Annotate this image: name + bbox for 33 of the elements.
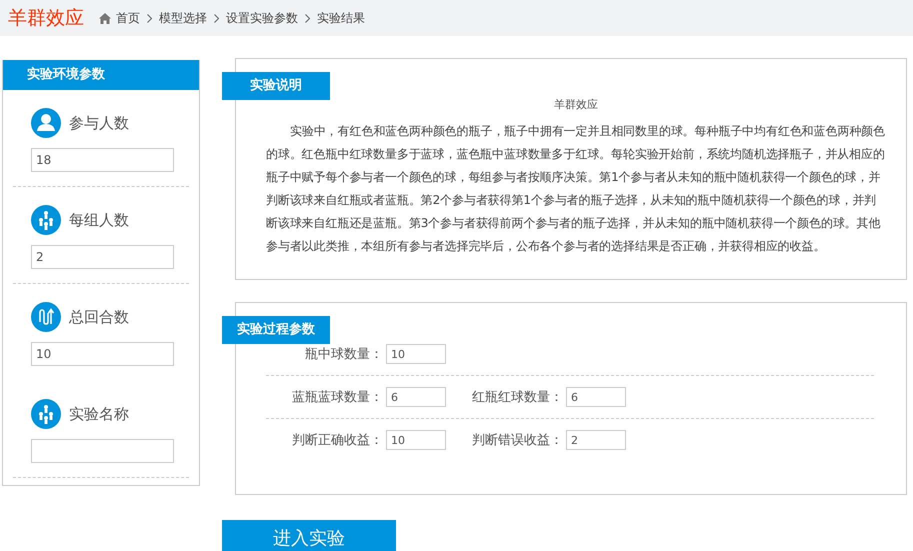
field-label: 红瓶红球数量： <box>472 389 563 406</box>
field-label: 瓶中球数量： <box>304 346 383 363</box>
chevron-icon <box>305 14 310 22</box>
input-field[interactable]: 10 <box>386 430 446 450</box>
chevron-icon <box>147 14 152 22</box>
input-field[interactable] <box>31 439 174 463</box>
input-field[interactable]: 6 <box>566 387 626 407</box>
group-icon <box>31 399 61 429</box>
person-icon <box>31 108 61 138</box>
chevron-icon <box>214 14 219 22</box>
input-field[interactable]: 6 <box>386 387 446 407</box>
breadcrumb-link[interactable]: 设置实验参数 <box>226 10 298 26</box>
group-icon <box>31 205 61 235</box>
input-field[interactable]: 2 <box>31 245 174 269</box>
field-label: 参与人数 <box>69 114 129 132</box>
input-field[interactable]: 10 <box>386 344 446 364</box>
home-icon <box>99 12 111 24</box>
field-label: 判断正确收益： <box>291 432 383 449</box>
field-label: 判断错误收益： <box>472 432 563 449</box>
breadcrumb-link[interactable]: 模型选择 <box>159 10 207 26</box>
field-label: 实验名称 <box>69 404 129 424</box>
description-heading: 羊群效应 <box>553 97 599 112</box>
input-field[interactable]: 18 <box>31 148 174 172</box>
panel-title: 实验环境参数 <box>3 60 199 90</box>
description-text: 实验中，有红色和蓝色两种颜色的瓶子，瓶子中拥有一定并且相同数里的球。每种瓶子中均有红色和蓝色两种颜色的球。红色瓶中红球数量多于蓝球，蓝色瓶中蓝球数量多于红球。每轮实验开始前，系统均随机选择瓶子，并从相应的瓶子中赋予每个参与者一个颜色的球，每组参与者按顺序决策。第1个参与者从未知的瓶中随机获得一个颜色的球，并判断该球来自红瓶或者蓝瓶。第2个参与者获得第1个参与者的瓶子选择，从未知的瓶中随机获得一个颜色的球，并判断该球来自红瓶还是蓝瓶。第3个参与者获得前两个参与者的瓶子选择，并从未知的瓶中随机获得一个颜色的球。其他参与者以此类推，本组所有参与者选择完毕后，公布各个参与者的选择结果是否正确，并获得相应的收益。 <box>266 123 886 255</box>
field-label: 蓝瓶蓝球数量： <box>291 389 383 406</box>
field-label: 每组人数 <box>69 210 129 230</box>
breadcrumb-link[interactable]: 实验结果 <box>317 10 365 26</box>
input-field[interactable]: 2 <box>566 430 626 450</box>
input-field[interactable]: 10 <box>31 342 174 366</box>
app-title: 羊群效应 <box>8 6 84 31</box>
field-label: 总回合数 <box>69 308 129 326</box>
breadcrumb-link[interactable]: 首页 <box>116 10 140 26</box>
